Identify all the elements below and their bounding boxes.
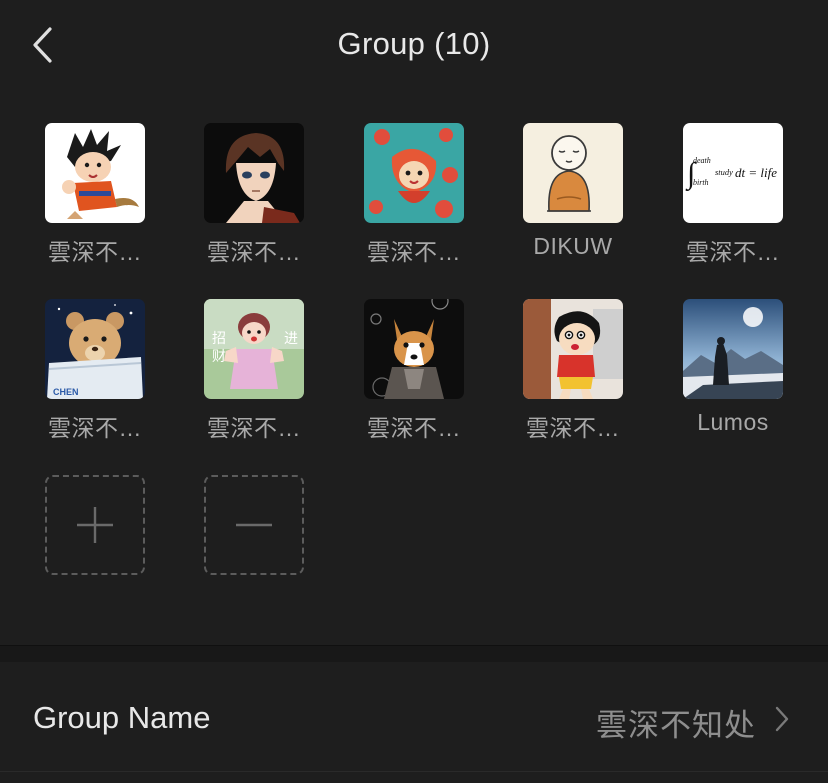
member-name: 雲深不… — [48, 239, 142, 265]
member-name: DIKUW — [533, 233, 613, 259]
section-divider — [0, 645, 828, 663]
member-name: 雲深不… — [207, 239, 301, 265]
member-name: 雲深不… — [526, 415, 620, 441]
member-name: 雲深不… — [48, 415, 142, 441]
remove-member-button[interactable] — [204, 475, 304, 575]
cartoon-boy-avatar — [45, 123, 145, 223]
member-name: 雲深不… — [367, 415, 461, 441]
plus-icon — [77, 507, 113, 543]
svg-text:birth: birth — [693, 178, 709, 187]
member-name: 雲深不… — [367, 239, 461, 265]
row-divider — [0, 771, 828, 772]
ponyo-avatar — [364, 123, 464, 223]
svg-text:进: 进 — [284, 331, 298, 347]
group-name-value: 雲深不知处 — [596, 708, 756, 743]
dog-avatar — [364, 299, 464, 399]
svg-text:death: death — [693, 156, 711, 165]
anime-boy-avatar — [204, 123, 304, 223]
svg-text:study: study — [715, 167, 733, 177]
group-name-row[interactable]: Group Name 雲深不知处 — [0, 662, 828, 772]
math-formula-avatar: ∫ death birth study dt = life — [683, 123, 783, 223]
girl-sticker-avatar: 招财 进 — [204, 299, 304, 399]
svg-text:CHEN: CHEN — [53, 387, 79, 397]
member-name: 雲深不… — [207, 415, 301, 441]
teddy-bear-avatar: CHEN — [45, 299, 145, 399]
chevron-right-icon — [775, 706, 789, 732]
shinchan-avatar — [523, 299, 623, 399]
mountain-photo-avatar — [683, 299, 783, 399]
group-name-label: Group Name — [33, 700, 211, 735]
member-name: Lumos — [697, 409, 769, 435]
svg-text:dt = life: dt = life — [735, 165, 777, 180]
member-grid: 雲深不… 雲深不… 雲深不… DIKUW ∫ death birth study… — [0, 0, 828, 640]
add-member-button[interactable] — [45, 475, 145, 575]
member-name: 雲深不… — [686, 239, 780, 265]
minus-icon — [236, 523, 272, 527]
monk-doodle-avatar — [523, 123, 623, 223]
